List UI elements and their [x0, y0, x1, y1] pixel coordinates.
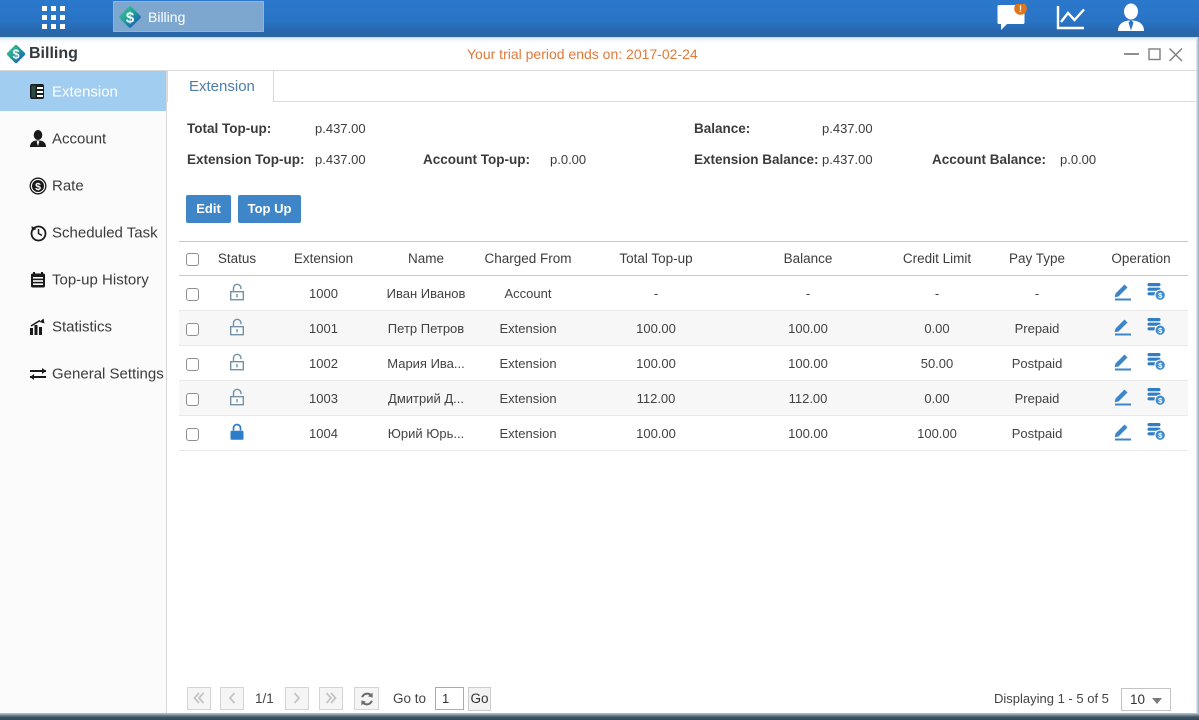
svg-text:$: $: [126, 10, 135, 27]
svg-text:$: $: [35, 181, 41, 193]
svg-text:!: !: [1019, 4, 1022, 14]
svg-text:$: $: [12, 48, 19, 62]
